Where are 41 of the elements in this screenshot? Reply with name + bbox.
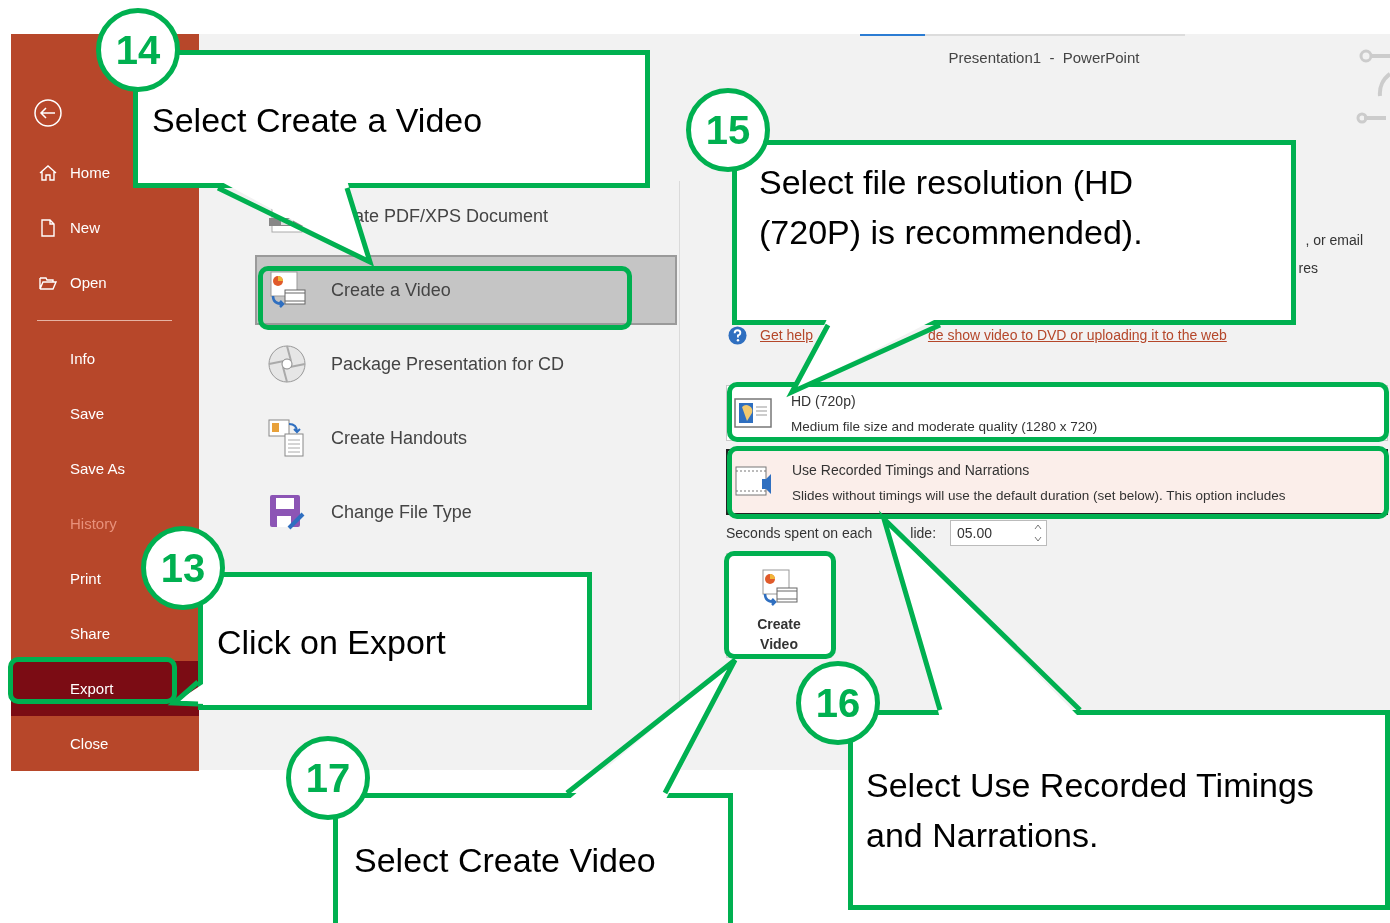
sidebar-item[interactable]: Share bbox=[11, 606, 111, 661]
window-title: Presentation1 - PowerPoint bbox=[947, 48, 1141, 68]
sidebar-item[interactable]: Save bbox=[11, 386, 105, 441]
step-number: 14 bbox=[96, 8, 180, 92]
callout-text: Select Use Recorded Timings and Narrations. bbox=[866, 765, 1315, 856]
slide-icon bbox=[733, 395, 773, 431]
seconds-label: lide: bbox=[910, 525, 937, 541]
handout-pages-icon bbox=[267, 418, 307, 458]
spinner-icon[interactable] bbox=[1034, 523, 1043, 543]
seconds-field[interactable]: 05.00 bbox=[950, 520, 1048, 546]
option-title: HD (720p) bbox=[791, 392, 857, 409]
option-description: Medium file size and moderate quality (1280 x 720) bbox=[791, 418, 1098, 434]
callout-text: Select Create Video bbox=[354, 840, 657, 881]
description-text: , or email bbox=[1305, 231, 1363, 250]
floppy-disk-icon bbox=[267, 492, 307, 532]
sidebar-item[interactable]: Home bbox=[11, 145, 110, 200]
video-slide-icon bbox=[267, 270, 307, 310]
option-description: Slides without timings will use the default duration (set below). This option includes bbox=[792, 487, 1286, 503]
disc-icon bbox=[267, 344, 307, 384]
document-icon bbox=[38, 217, 58, 238]
sidebar-item[interactable]: Save As bbox=[11, 441, 126, 496]
export-option[interactable]: Change File Type bbox=[255, 477, 677, 547]
sidebar-item[interactable]: New bbox=[11, 200, 100, 255]
help-link[interactable]: Get help bbox=[760, 327, 813, 343]
callout-text: Select Create a Video bbox=[152, 100, 484, 141]
description-text: res bbox=[1298, 259, 1318, 278]
export-option[interactable]: Package Presentation for CD bbox=[255, 329, 677, 399]
sidebar-item[interactable]: Info bbox=[11, 331, 96, 386]
callout-text: Click on Export bbox=[217, 622, 447, 663]
sidebar-item[interactable]: Open bbox=[11, 255, 107, 310]
video-slide-icon bbox=[759, 568, 799, 608]
help-link[interactable]: de show video to DVD or uploading it to the web bbox=[927, 327, 1227, 343]
seconds-label: Seconds spent on each bbox=[726, 525, 873, 541]
option-title: Use Recorded Timings and Narrations bbox=[792, 461, 1031, 478]
sidebar-item[interactable]: Close bbox=[11, 716, 109, 771]
export-option[interactable]: Create Handouts bbox=[255, 403, 677, 473]
sidebar-item[interactable]: Print bbox=[11, 551, 101, 606]
timings-option[interactable]: Use Recorded Timings and Narrations Slides without timings will use the default duration (set below). This option includes bbox=[726, 449, 1388, 515]
home-icon bbox=[38, 162, 58, 183]
back-button[interactable] bbox=[33, 98, 63, 128]
export-option[interactable]: Create a Video bbox=[255, 255, 677, 325]
